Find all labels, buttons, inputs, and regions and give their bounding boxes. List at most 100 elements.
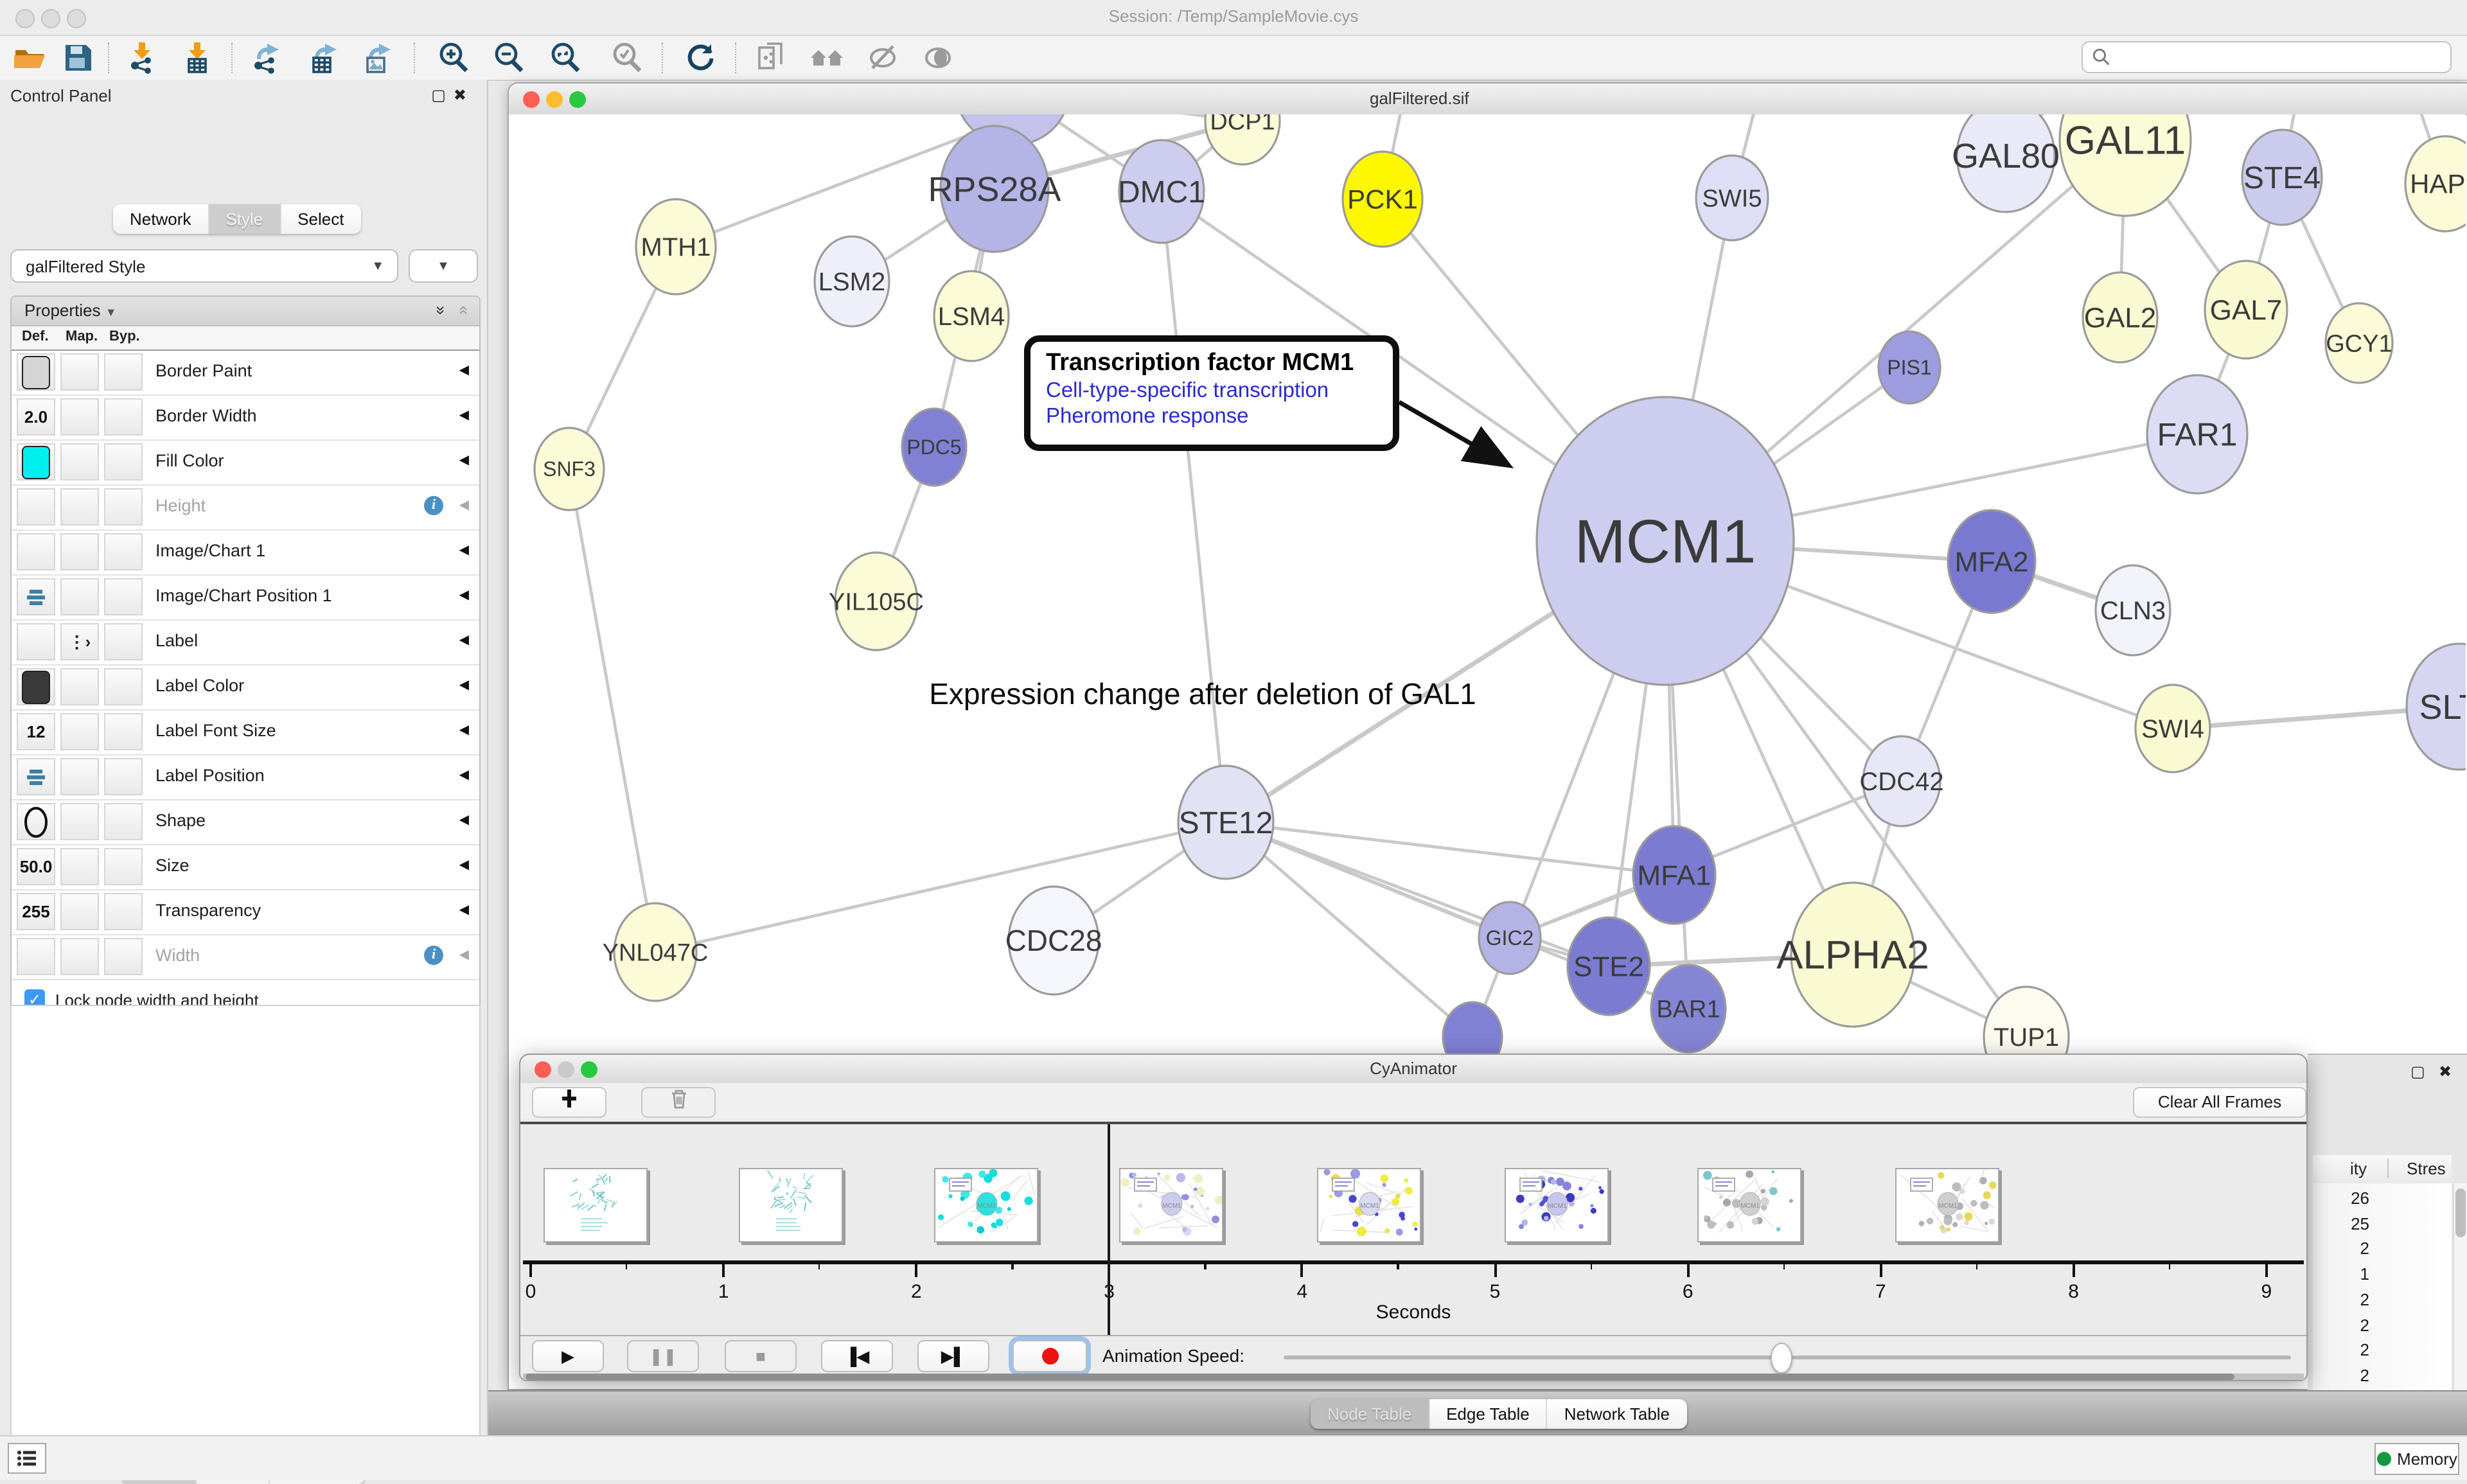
- byp-cell[interactable]: [104, 758, 143, 795]
- node-YIL105C[interactable]: YIL105C: [829, 552, 924, 650]
- byp-cell[interactable]: [104, 713, 143, 750]
- byp-cell[interactable]: [104, 848, 143, 885]
- def-cell[interactable]: [17, 938, 55, 975]
- zoom-fit-icon[interactable]: [546, 40, 585, 76]
- byp-cell[interactable]: [104, 623, 143, 660]
- collapse-arrow-icon[interactable]: ◀: [459, 499, 469, 513]
- collapse-arrow-icon[interactable]: ◀: [459, 588, 469, 603]
- map-cell[interactable]: [60, 443, 99, 481]
- property-row[interactable]: 2.0Border Width◀: [12, 396, 479, 441]
- slider-knob[interactable]: [1771, 1343, 1792, 1374]
- search-input[interactable]: [2111, 47, 2425, 67]
- record-button[interactable]: [1012, 1340, 1087, 1372]
- search-box[interactable]: [2082, 41, 2452, 73]
- column-header[interactable]: ity: [2350, 1159, 2367, 1178]
- frame-thumbnail-3[interactable]: MCM1: [1119, 1168, 1223, 1242]
- map-cell[interactable]: [60, 533, 99, 570]
- node-CDC28[interactable]: CDC28: [1005, 887, 1102, 994]
- stop-button[interactable]: ■: [725, 1340, 797, 1372]
- def-cell[interactable]: [17, 578, 55, 615]
- show-details-icon[interactable]: [920, 40, 959, 76]
- node-MFA2[interactable]: MFA2: [1948, 510, 2035, 613]
- property-row[interactable]: Border Paint◀: [12, 351, 479, 396]
- node-MTH1[interactable]: MTH1: [636, 199, 716, 294]
- collapse-arrow-icon[interactable]: ◀: [459, 858, 469, 872]
- zoom-selected-icon[interactable]: [608, 40, 646, 76]
- node-LSM2[interactable]: LSM2: [815, 236, 889, 326]
- byp-cell[interactable]: [104, 398, 143, 436]
- tab-select[interactable]: Select: [281, 204, 360, 234]
- property-row[interactable]: Image/Chart 1◀: [12, 531, 479, 576]
- property-row[interactable]: Fill Color◀: [12, 441, 479, 486]
- property-row[interactable]: 12Label Font Size◀: [12, 711, 479, 755]
- table-cell[interactable]: 2: [2360, 1290, 2369, 1309]
- byp-cell[interactable]: [104, 668, 143, 705]
- clear-all-frames-button[interactable]: Clear All Frames: [2133, 1087, 2306, 1118]
- node-STE4[interactable]: STE4: [2242, 130, 2322, 225]
- node-GIC2[interactable]: GIC2: [1479, 902, 1541, 974]
- def-cell[interactable]: 12: [17, 713, 55, 750]
- map-cell[interactable]: [60, 398, 99, 436]
- previous-frame-button[interactable]: ▐◀: [821, 1340, 893, 1372]
- export-table-icon[interactable]: [305, 40, 343, 76]
- open-session-icon[interactable]: [10, 40, 49, 76]
- column-header[interactable]: Stres: [2387, 1159, 2446, 1178]
- export-image-icon[interactable]: [358, 40, 397, 76]
- node-GCY1[interactable]: GCY1: [2326, 303, 2392, 383]
- tab-style[interactable]: Style: [209, 204, 281, 234]
- collapse-arrow-icon[interactable]: ◀: [459, 903, 469, 917]
- map-cell[interactable]: ⋮›: [60, 623, 99, 660]
- table-cell[interactable]: 26: [2351, 1188, 2369, 1208]
- info-icon[interactable]: i: [424, 496, 443, 515]
- def-cell[interactable]: [17, 488, 55, 526]
- playhead[interactable]: [1108, 1124, 1111, 1335]
- frame-thumbnail-5[interactable]: MCM1: [1505, 1168, 1609, 1242]
- export-network-icon[interactable]: [247, 40, 285, 76]
- table-cell[interactable]: 25: [2351, 1214, 2369, 1233]
- property-row[interactable]: Label Position◀: [12, 755, 479, 800]
- node-YNL047C[interactable]: YNL047C: [603, 903, 709, 1001]
- edge[interactable]: [655, 822, 1226, 952]
- def-cell[interactable]: 50.0: [17, 848, 55, 885]
- edge[interactable]: [1162, 191, 1226, 822]
- def-cell[interactable]: [17, 803, 55, 840]
- node-LSM4[interactable]: LSM4: [934, 271, 1009, 361]
- node-SWI4[interactable]: SWI4: [2135, 685, 2210, 772]
- collapse-arrow-icon[interactable]: ◀: [459, 409, 469, 423]
- node-PIS1[interactable]: PIS1: [1879, 331, 1940, 403]
- timeline[interactable]: MCM1MCM1MCM1MCM1MCM1MCM1 0123456789 Seco…: [520, 1122, 2306, 1338]
- node-PDC5[interactable]: PDC5: [902, 409, 966, 486]
- collapse-arrow-icon[interactable]: ◀: [459, 364, 469, 378]
- hide-details-icon[interactable]: [865, 40, 903, 76]
- property-row[interactable]: Heighti◀: [12, 486, 479, 531]
- style-selector[interactable]: galFiltered Style▼: [10, 249, 398, 283]
- float-panel-icon[interactable]: ▢: [431, 86, 454, 104]
- byp-cell[interactable]: [104, 443, 143, 481]
- close-panel-icon[interactable]: ✖: [454, 86, 474, 104]
- collapse-arrow-icon[interactable]: ◀: [459, 678, 469, 693]
- collapse-arrow-icon[interactable]: ◀: [459, 948, 469, 962]
- next-frame-button[interactable]: ▶▌: [917, 1340, 989, 1372]
- property-row[interactable]: Widthi◀: [12, 935, 479, 980]
- save-session-icon[interactable]: [59, 40, 98, 76]
- map-cell[interactable]: [60, 758, 99, 795]
- collapse-arrow-icon[interactable]: ◀: [459, 768, 469, 782]
- table-cell[interactable]: 2: [2360, 1340, 2369, 1359]
- map-cell[interactable]: [60, 713, 99, 750]
- node-HAP2[interactable]: HAP2: [2405, 136, 2466, 231]
- annotation-note[interactable]: Expression change after deletion of GAL1: [869, 677, 1537, 712]
- collapse-arrow-icon[interactable]: ◀: [459, 723, 469, 738]
- tab-network-table[interactable]: Network Table: [1548, 1399, 1686, 1429]
- node-SWI5[interactable]: SWI5: [1696, 155, 1768, 240]
- property-row[interactable]: 255Transparency◀: [12, 890, 479, 935]
- frame-thumbnail-7[interactable]: MCM1: [1895, 1168, 1999, 1242]
- def-cell[interactable]: [17, 668, 55, 705]
- tab-edge-table[interactable]: Edge Table: [1429, 1399, 1548, 1429]
- table-cell[interactable]: 1: [2360, 1264, 2369, 1284]
- collapse-arrow-icon[interactable]: ◀: [459, 543, 469, 558]
- annotation-link-2[interactable]: Pheromone response: [1046, 403, 1377, 429]
- delete-frame-button[interactable]: [641, 1087, 716, 1118]
- import-network-icon[interactable]: [123, 40, 162, 76]
- node-SNF3[interactable]: SNF3: [535, 428, 604, 510]
- collapse-arrow-icon[interactable]: ◀: [459, 454, 469, 468]
